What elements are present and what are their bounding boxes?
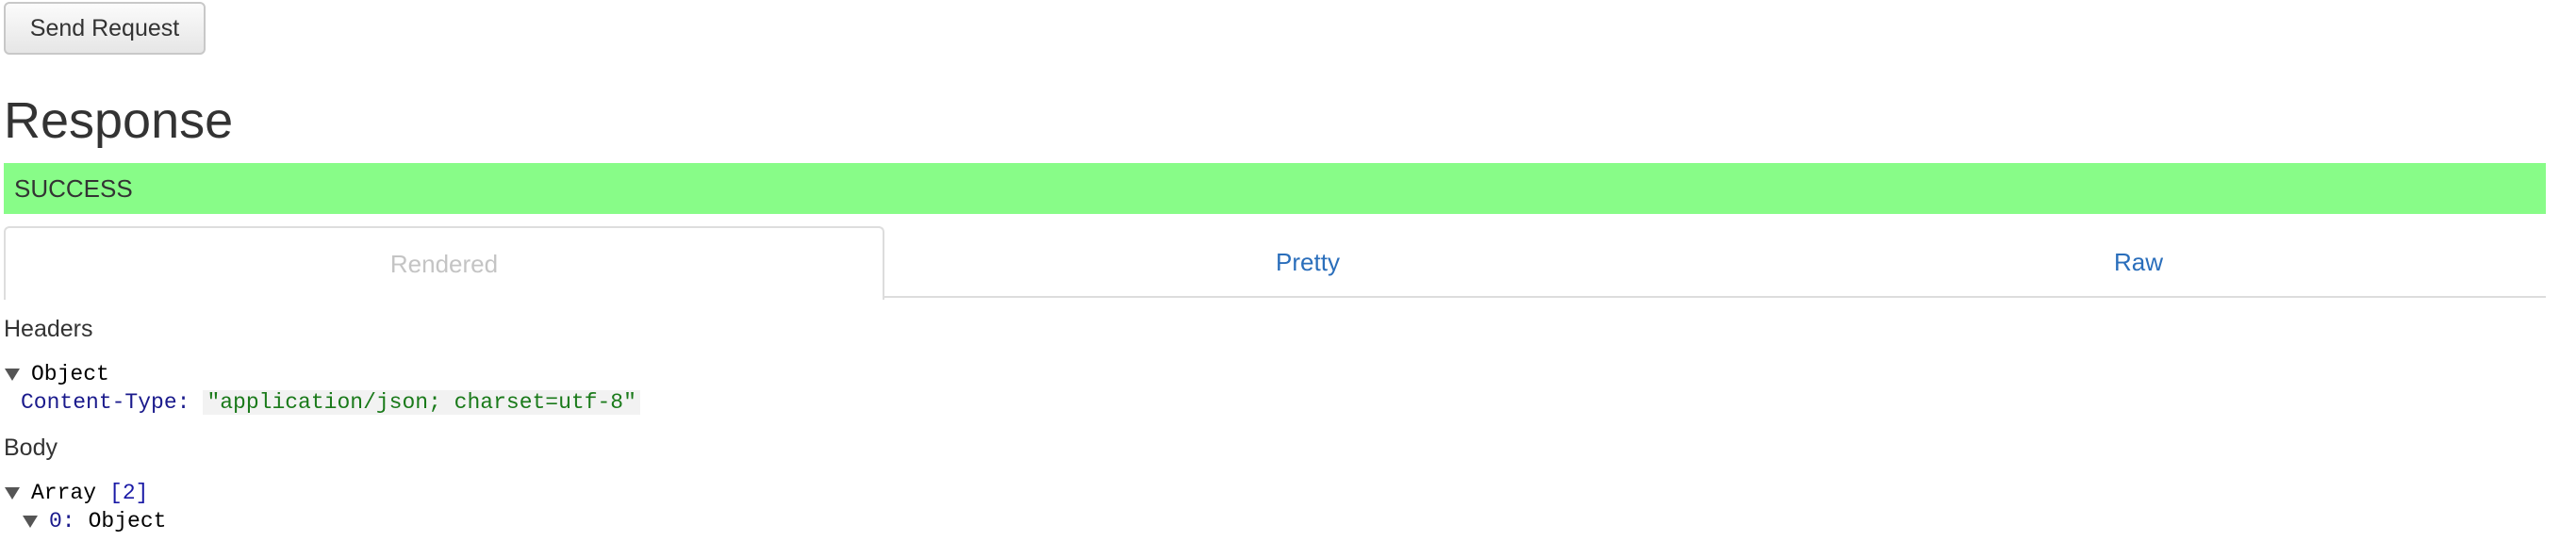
tab-raw[interactable]: Raw <box>1731 226 2546 298</box>
body-item-node[interactable]: 0: Object <box>23 507 166 535</box>
item-index-key: 0: <box>49 509 75 533</box>
item-type-label: Object <box>88 509 167 533</box>
headers-section-label: Headers <box>4 316 93 342</box>
collapse-triangle-icon[interactable] <box>5 368 20 381</box>
collapse-triangle-icon[interactable] <box>23 515 38 528</box>
tab-rendered[interactable]: Rendered <box>4 226 884 300</box>
response-heading: Response <box>4 92 234 149</box>
tab-pretty[interactable]: Pretty <box>884 226 1731 298</box>
response-status-banner: SUCCESS <box>4 163 2546 214</box>
body-section-label: Body <box>4 434 58 461</box>
header-value: "application/json; charset=utf-8" <box>203 390 640 415</box>
api-response-page: Send Request Response SUCCESS Rendered P… <box>0 0 2576 541</box>
header-key: Content-Type: <box>21 390 190 415</box>
response-view-tabs: Rendered Pretty Raw <box>4 226 2546 300</box>
headers-object-node[interactable]: Object <box>5 360 109 388</box>
body-array-node[interactable]: Array [2] <box>5 479 148 507</box>
headers-type-label: Object <box>31 362 109 386</box>
status-text: SUCCESS <box>14 173 133 203</box>
collapse-triangle-icon[interactable] <box>5 486 20 500</box>
body-type-label: Array <box>31 481 97 505</box>
send-request-button[interactable]: Send Request <box>4 2 206 55</box>
header-entry-row: Content-Type: "application/json; charset… <box>21 388 640 417</box>
array-count: [2] <box>109 481 149 505</box>
